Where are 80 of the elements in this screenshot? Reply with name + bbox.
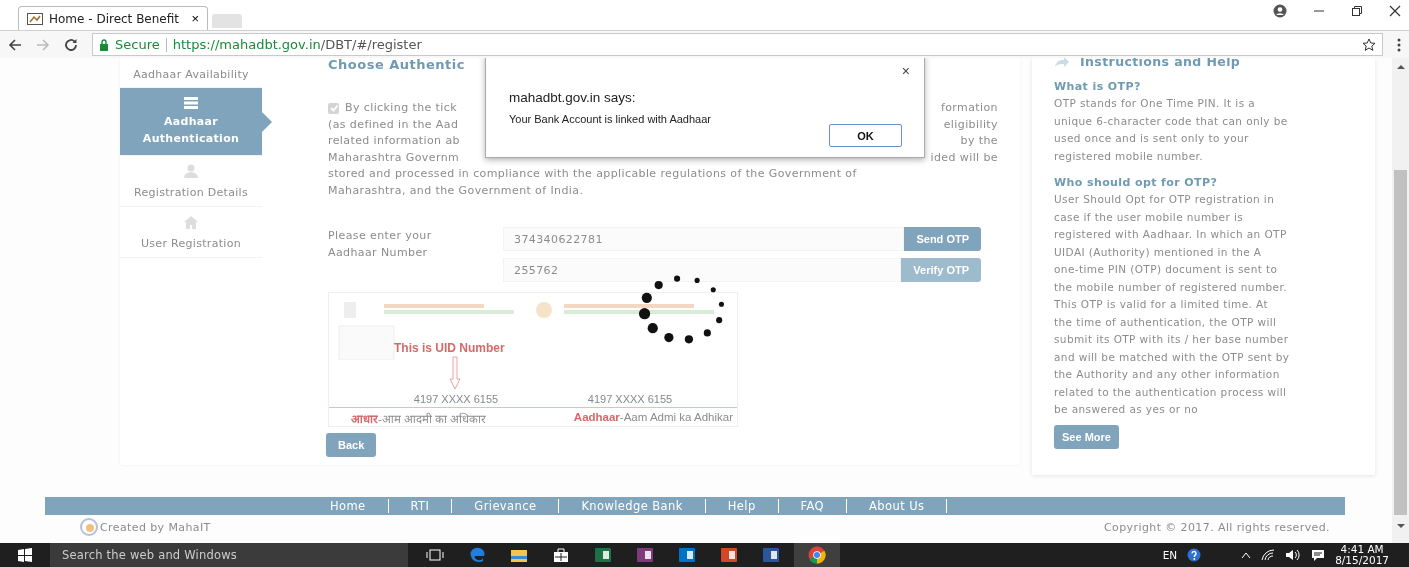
scroll-down-arrow-icon[interactable]: [1396, 523, 1405, 529]
site-icon: [27, 12, 43, 25]
footer-link[interactable]: FAQ: [778, 499, 848, 513]
see-more-button[interactable]: See More: [1054, 424, 1119, 449]
home-icon: [183, 214, 199, 229]
scrollbar[interactable]: [1392, 58, 1409, 543]
checkbox[interactable]: [328, 102, 339, 114]
consent-text: by the: [960, 133, 998, 149]
close-icon[interactable]: [1389, 5, 1401, 17]
aadhaar-number-field[interactable]: 374340622781: [503, 227, 905, 251]
otp-field[interactable]: 255762: [503, 258, 902, 282]
lock-icon: [99, 38, 109, 51]
down-arrow-icon: [449, 356, 461, 390]
edge-browser-icon[interactable]: [468, 547, 486, 563]
store-bag-icon[interactable]: [552, 547, 570, 563]
share-arrow-icon: [1054, 58, 1070, 68]
dialog-title: mahadbt.gov.in says:: [509, 90, 636, 105]
scroll-up-arrow-icon[interactable]: [1396, 64, 1405, 70]
wifi-icon[interactable]: [1261, 549, 1276, 561]
help-answer: OTP stands for One Time PIN. It is a unique 6-character code that can only be used once and is sent only to your registered mobile number.: [1054, 96, 1289, 164]
help-question: What is OTP?: [1054, 79, 1142, 95]
restore-icon[interactable]: [1351, 5, 1363, 17]
taskbar-search-field[interactable]: Search the web and Windows: [50, 543, 408, 567]
mahait-logo-icon: [80, 518, 98, 536]
dialog-message: Your Bank Account is linked with Aadhaar: [509, 113, 712, 125]
reload-icon[interactable]: [64, 37, 78, 52]
card-motto: Aadhaar-Aam Admi ka Adhikar: [573, 411, 733, 425]
tab-title: Home - Direct Benefit: [49, 11, 179, 26]
footer-link[interactable]: Knowledge Bank: [559, 499, 706, 513]
consent-text: eligibility: [943, 116, 998, 133]
consent-text: Maharashtra, and the Government of India.: [328, 182, 584, 199]
chrome-browser-icon[interactable]: [808, 546, 826, 564]
uid-caption: This is UID Number: [394, 341, 505, 355]
footer-link[interactable]: Help: [705, 499, 779, 513]
notifications-icon[interactable]: [1311, 549, 1326, 561]
account-icon[interactable]: [1273, 4, 1287, 18]
field-label: Please enter your Aadhaar Number: [328, 228, 433, 261]
copyright-text: Copyright © 2017. All rights reserved.: [1104, 520, 1330, 534]
footer-link[interactable]: Grievance: [452, 499, 560, 513]
bookmark-star-icon[interactable]: [1362, 37, 1376, 52]
consent-text: Maharashtra Governm: [328, 149, 460, 166]
sidebar-item[interactable]: User Registration: [120, 207, 262, 258]
card-number: 4197 XXXX 6155: [587, 393, 673, 405]
created-by-text: Created by MahaIT: [100, 520, 211, 534]
folder-icon[interactable]: [510, 547, 528, 563]
consent-text: (as defined in the Aad: [328, 116, 459, 133]
help-answer: User Should Opt for OTP registration in case if the user mobile number is registered with Aadhaar. In which an OTP UIDAI (Authority) mentioned in the A one-time PIN (OTP) document is sent to the mobile number of registered number. This OTP is valid for a limited time. At the time of authentication, the OTP will submit its OTP with its / her base number and will be matched with the OTP sent by the Authority and any other information related to the authentication process will be answered as yes or no: [1054, 192, 1290, 417]
start-windows-icon[interactable]: [18, 548, 32, 562]
url-text: https://mahadbt.gov.in/DBT/#/register: [172, 37, 422, 52]
dialog-close-button[interactable]: ×: [901, 66, 910, 76]
footer-link[interactable]: RTI: [388, 499, 453, 513]
ok-button[interactable]: OK: [829, 124, 902, 147]
section-heading: Choose Authentic: [328, 58, 465, 72]
consent-text: stored and processed in compliance with the applicable regulations of the Government of: [328, 166, 857, 182]
footer-link[interactable]: Home: [330, 499, 389, 513]
browser-tab[interactable]: Home - Direct Benefit ×: [18, 6, 208, 30]
card-number: 4197 XXXX 6155: [413, 393, 499, 405]
send-otp-button[interactable]: Send OTP: [904, 227, 981, 251]
menu-icon[interactable]: [1397, 37, 1401, 52]
back-icon[interactable]: [8, 37, 22, 52]
consent-text: formation: [940, 100, 998, 116]
consent-text: ided will be: [930, 149, 998, 166]
consent-text: related information ab: [328, 133, 460, 149]
volume-icon[interactable]: [1285, 549, 1302, 561]
language-indicator[interactable]: EN: [1162, 549, 1178, 561]
task-view-icon[interactable]: [426, 549, 444, 561]
taskbar-clock[interactable]: 4:41 AM 8/15/2017: [1335, 544, 1389, 566]
user-icon: [184, 163, 198, 178]
tab-close-button[interactable]: ×: [191, 11, 199, 26]
secure-label: Secure: [115, 37, 160, 52]
help-question: Who should opt for OTP?: [1054, 175, 1219, 191]
list-icon: [184, 96, 198, 109]
footer-link[interactable]: About Us: [847, 499, 948, 513]
consent-text: By clicking the tick: [345, 100, 457, 116]
sidebar-item[interactable]: Registration Details: [120, 156, 262, 207]
back-button[interactable]: Back: [326, 433, 377, 457]
show-hidden-icons-caret-icon[interactable]: [1241, 551, 1252, 559]
address-bar[interactable]: Secure https://mahadbt.gov.in/DBT/#/register: [92, 33, 1383, 56]
help-icon[interactable]: [1187, 548, 1202, 562]
card-motto: आधार-आम आदमी का अधिकार: [351, 411, 487, 426]
